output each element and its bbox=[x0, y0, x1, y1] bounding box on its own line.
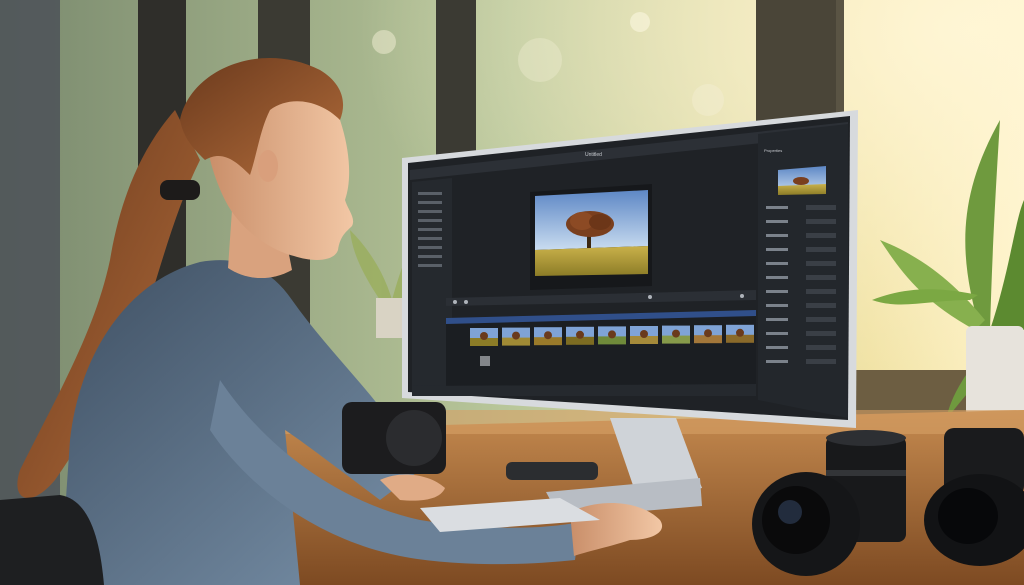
lens-lying bbox=[752, 472, 860, 576]
photo-scene: Untitled Properties bbox=[0, 0, 1024, 585]
keyboard bbox=[420, 498, 600, 532]
camera-lens-back bbox=[386, 410, 442, 466]
phone bbox=[506, 462, 598, 480]
chair bbox=[0, 495, 104, 585]
camera-right bbox=[924, 428, 1024, 566]
desk-items bbox=[0, 402, 1024, 585]
